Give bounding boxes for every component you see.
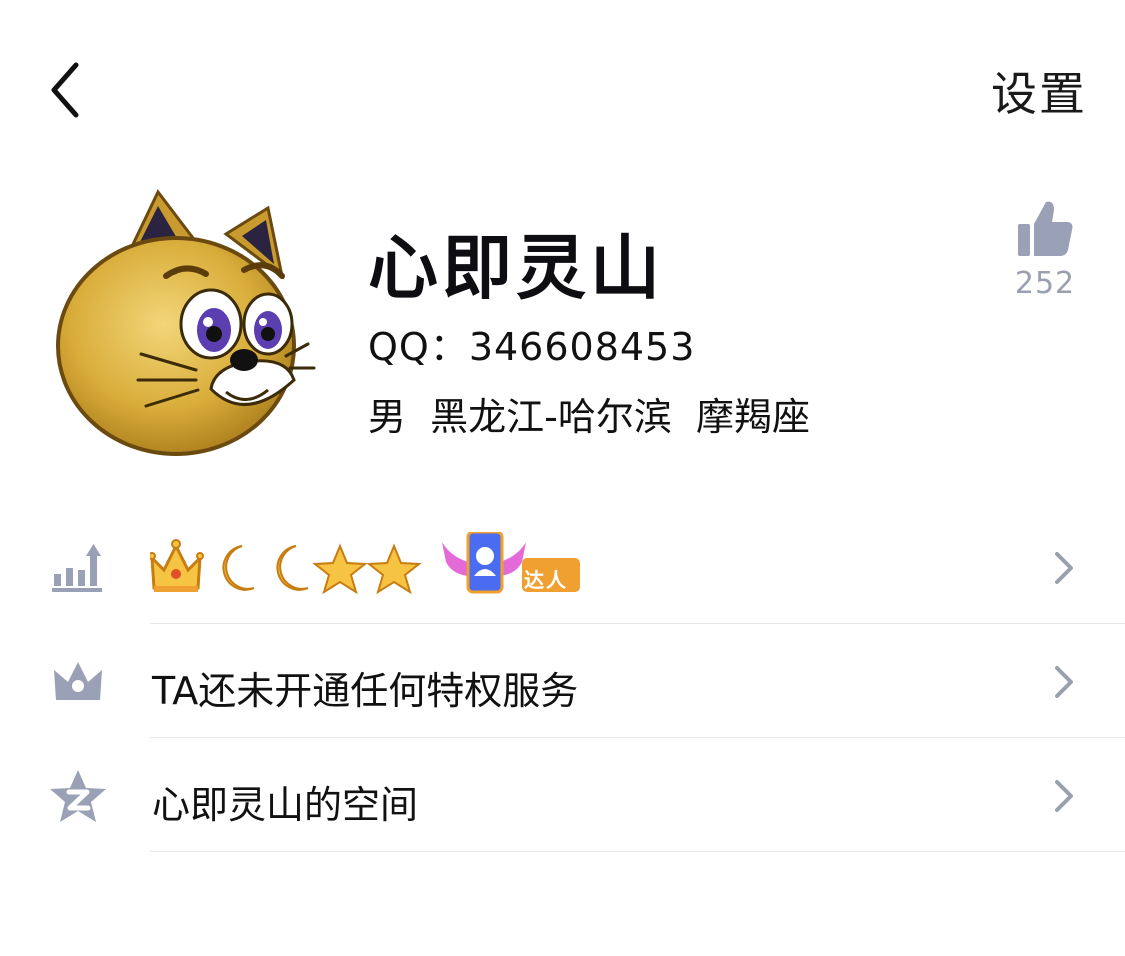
profile-name: 心即灵山 xyxy=(368,227,664,309)
star-badge-icon xyxy=(366,543,422,595)
qq-number: QQ：346608453 xyxy=(368,325,696,369)
level-badges: 达人 xyxy=(148,530,590,608)
chevron-right-icon xyxy=(1055,552,1073,584)
cat-avatar-icon xyxy=(56,189,316,456)
back-button[interactable] xyxy=(40,55,100,125)
level-chart-icon xyxy=(52,544,102,592)
qzone-row[interactable]: 心即灵山的空间 xyxy=(0,738,1125,852)
crown-badge-icon xyxy=(148,539,204,592)
moon-badge-icon xyxy=(222,545,255,591)
chevron-right-icon xyxy=(1055,666,1073,698)
avatar[interactable] xyxy=(46,184,321,459)
chevron-right-icon xyxy=(1055,780,1073,812)
qzone-label: 心即灵山的空间 xyxy=(152,783,419,827)
crown-icon xyxy=(54,662,102,700)
level-row[interactable]: 达人 xyxy=(0,510,1125,624)
qzone-star-icon xyxy=(50,770,106,822)
star-badge-icon xyxy=(312,543,368,595)
privilege-label: TA还未开通任何特权服务 xyxy=(152,669,579,713)
profile-info: 男 黑龙江-哈尔滨 摩羯座 xyxy=(368,395,811,439)
like-button[interactable]: 252 xyxy=(1000,198,1090,308)
like-count: 252 xyxy=(1014,266,1076,301)
thumbs-up-icon xyxy=(1018,201,1073,256)
privilege-row[interactable]: TA还未开通任何特权服务 xyxy=(0,624,1125,738)
divider xyxy=(150,851,1125,852)
settings-button[interactable]: 设置 xyxy=(991,58,1087,124)
moon-badge-icon xyxy=(276,545,309,591)
chevron-left-icon xyxy=(51,62,79,118)
expert-badge-label: 达人 xyxy=(524,568,568,592)
